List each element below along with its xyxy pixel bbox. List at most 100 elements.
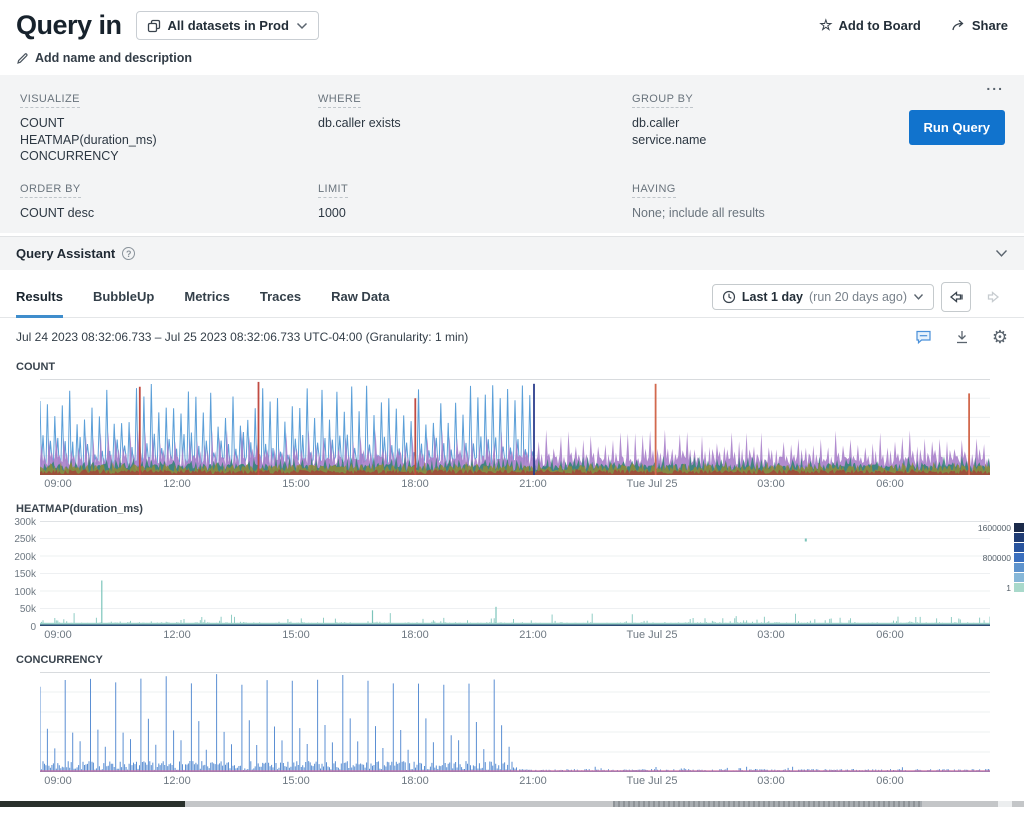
x-tick-label: 06:00 bbox=[876, 478, 904, 490]
order-by-item[interactable]: COUNT desc bbox=[20, 205, 318, 222]
download-icon[interactable] bbox=[954, 329, 970, 345]
dataset-picker[interactable]: All datasets in Prod bbox=[136, 11, 319, 40]
limit-clause[interactable]: LIMIT 1000 bbox=[318, 179, 632, 222]
table-header-edge bbox=[0, 801, 185, 807]
gear-icon[interactable]: ⚙ bbox=[992, 328, 1008, 346]
where-header: WHERE bbox=[318, 93, 361, 108]
query-assistant-bar[interactable]: Query Assistant ? bbox=[0, 236, 1024, 270]
heatmap-legend: 16000008000001 bbox=[932, 523, 1024, 593]
legend-label: 1600000 bbox=[978, 523, 1011, 533]
y-tick-label: 100k bbox=[14, 587, 36, 598]
y-tick-label: 250k bbox=[14, 534, 36, 545]
clock-icon bbox=[722, 290, 736, 304]
x-tick-label: 03:00 bbox=[757, 478, 785, 490]
x-tick-label: 21:00 bbox=[519, 629, 547, 641]
where-clause[interactable]: WHERE db.caller exists bbox=[318, 89, 632, 165]
legend-swatch bbox=[1014, 573, 1024, 582]
concurrency-chart-title: CONCURRENCY bbox=[0, 643, 1024, 672]
share-button[interactable]: Share bbox=[951, 18, 1008, 33]
x-tick-label: 15:00 bbox=[282, 775, 310, 787]
tab-bubbleup[interactable]: BubbleUp bbox=[93, 276, 154, 318]
add-to-board-button[interactable]: ☆ Add to Board bbox=[819, 18, 921, 33]
x-tick-label: 09:00 bbox=[44, 629, 72, 641]
x-tick-label: Tue Jul 25 bbox=[627, 775, 678, 787]
x-tick-label: 12:00 bbox=[163, 775, 191, 787]
legend-swatch bbox=[1014, 553, 1024, 562]
heatmap-chart[interactable] bbox=[40, 521, 990, 626]
x-tick-label: 21:00 bbox=[519, 775, 547, 787]
y-tick-label: 50k bbox=[20, 604, 36, 615]
count-chart-title: COUNT bbox=[0, 350, 1024, 379]
chevron-down-icon[interactable] bbox=[995, 249, 1008, 258]
time-range-picker[interactable]: Last 1 day (run 20 days ago) bbox=[712, 284, 934, 310]
concurrency-x-axis: 09:0012:0015:0018:0021:00Tue Jul 2503:00… bbox=[40, 772, 990, 789]
where-item[interactable]: db.caller exists bbox=[318, 115, 632, 132]
query-assistant-label: Query Assistant bbox=[16, 246, 115, 261]
scrollbar-thumb[interactable] bbox=[613, 801, 922, 807]
help-icon[interactable]: ? bbox=[122, 247, 135, 260]
legend-label: 800000 bbox=[983, 553, 1011, 563]
heatmap-y-axis: 300k250k200k150k100k50k0 bbox=[2, 521, 36, 626]
limit-item[interactable]: 1000 bbox=[318, 205, 632, 222]
legend-swatch bbox=[1014, 543, 1024, 552]
datasets-icon bbox=[147, 19, 161, 33]
comment-icon[interactable] bbox=[915, 329, 932, 345]
tab-metrics[interactable]: Metrics bbox=[184, 276, 230, 318]
page-title: Query in bbox=[16, 10, 122, 41]
history-forward-button bbox=[978, 282, 1008, 312]
count-chart[interactable] bbox=[40, 379, 990, 475]
concurrency-chart[interactable] bbox=[40, 672, 990, 772]
order-by-clause[interactable]: ORDER BY COUNT desc bbox=[20, 179, 318, 222]
legend-swatch bbox=[1014, 563, 1024, 572]
heatmap-chart-section: HEATMAP(duration_ms) 300k 250k 200k 150k 100… bbox=[0, 492, 1024, 643]
history-back-button[interactable] bbox=[941, 282, 971, 312]
visualize-item[interactable]: HEATMAP(duration_ms) bbox=[20, 132, 318, 149]
x-tick-label: 12:00 bbox=[163, 629, 191, 641]
add-to-board-label: Add to Board bbox=[839, 18, 921, 33]
tab-results[interactable]: Results bbox=[16, 276, 63, 318]
share-label: Share bbox=[972, 18, 1008, 33]
x-tick-label: 06:00 bbox=[876, 775, 904, 787]
x-tick-label: 15:00 bbox=[282, 478, 310, 490]
x-tick-label: 03:00 bbox=[757, 775, 785, 787]
x-tick-label: 18:00 bbox=[401, 775, 429, 787]
time-range-note: (run 20 days ago) bbox=[809, 290, 907, 304]
having-clause[interactable]: HAVING None; include all results bbox=[632, 179, 1004, 222]
having-item[interactable]: None; include all results bbox=[632, 205, 1004, 222]
y-tick-label: 0 bbox=[30, 622, 36, 633]
having-header: HAVING bbox=[632, 183, 676, 198]
run-query-button[interactable]: Run Query bbox=[909, 110, 1005, 145]
dataset-picker-label: All datasets in Prod bbox=[168, 18, 289, 33]
chevron-down-icon bbox=[296, 22, 308, 30]
group-by-header: GROUP BY bbox=[632, 93, 693, 108]
order-by-header: ORDER BY bbox=[20, 183, 81, 198]
tab-raw-data[interactable]: Raw Data bbox=[331, 276, 390, 318]
x-tick-label: 15:00 bbox=[282, 629, 310, 641]
tab-traces[interactable]: Traces bbox=[260, 276, 301, 318]
count-chart-section: COUNT 09:0012:0015:0018:0021:00Tue Jul 2… bbox=[0, 350, 1024, 492]
results-meta-row: Jul 24 2023 08:32:06.733 – Jul 25 2023 0… bbox=[0, 318, 1024, 350]
share-icon bbox=[951, 19, 966, 32]
page-header: Query in All datasets in Prod ☆ Add to B… bbox=[0, 0, 1024, 41]
legend-swatch bbox=[1014, 523, 1024, 532]
y-tick-label: 300k bbox=[14, 517, 36, 528]
legend-swatch bbox=[1014, 583, 1024, 592]
visualize-header: VISUALIZE bbox=[20, 93, 80, 108]
y-tick-label: 200k bbox=[14, 552, 36, 563]
concurrency-chart-section: CONCURRENCY 09:0012:0015:0018:0021:00Tue… bbox=[0, 643, 1024, 789]
heatmap-chart-title: HEATMAP(duration_ms) bbox=[0, 492, 1024, 521]
star-icon: ☆ bbox=[819, 18, 832, 33]
x-tick-label: 18:00 bbox=[401, 629, 429, 641]
bottom-table-edge[interactable] bbox=[0, 801, 1024, 807]
scrollbar-end bbox=[998, 801, 1012, 807]
arrow-right-icon bbox=[985, 290, 1001, 304]
x-tick-label: Tue Jul 25 bbox=[627, 478, 678, 490]
panel-overflow-menu[interactable]: ... bbox=[986, 77, 1004, 93]
x-tick-label: 12:00 bbox=[163, 478, 191, 490]
add-name-description[interactable]: Add name and description bbox=[0, 41, 1024, 71]
visualize-clause[interactable]: VISUALIZE COUNT HEATMAP(duration_ms) CON… bbox=[20, 89, 318, 165]
visualize-item[interactable]: COUNT bbox=[20, 115, 318, 132]
y-tick-label: 150k bbox=[14, 569, 36, 580]
visualize-item[interactable]: CONCURRENCY bbox=[20, 148, 318, 165]
legend-swatch bbox=[1014, 533, 1024, 542]
